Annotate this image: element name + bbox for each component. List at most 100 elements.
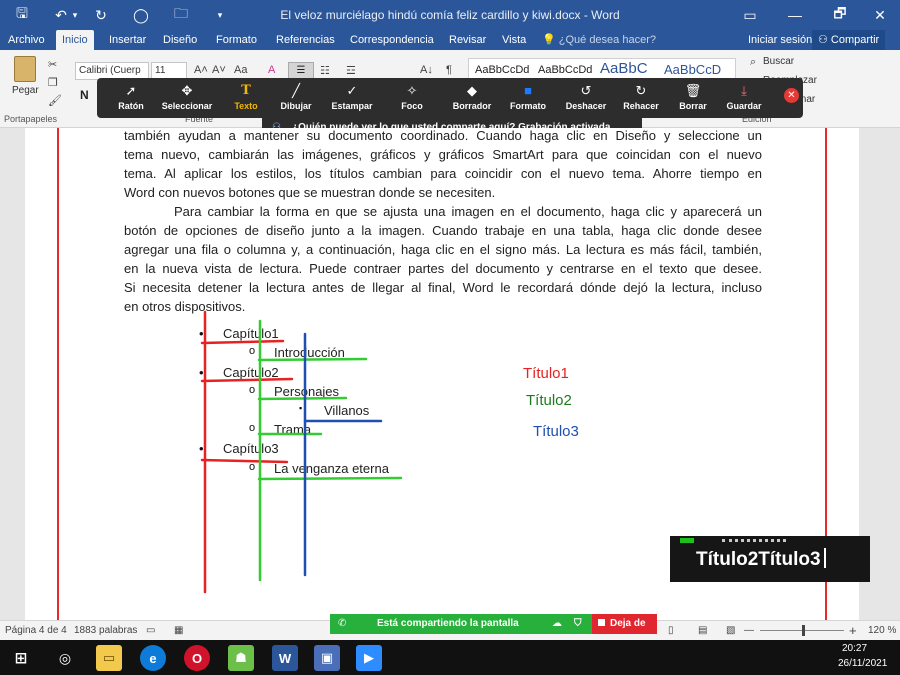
tab-revisar[interactable]: Revisar bbox=[443, 30, 492, 50]
multilevel-list-icon[interactable]: ☲ bbox=[346, 64, 356, 77]
tool-draw[interactable]: ╱ Dibujar bbox=[265, 78, 327, 118]
document-title: El veloz murciélago hindú comía feliz ca… bbox=[280, 8, 620, 22]
tell-me-search[interactable]: 💡 ¿Qué desea hacer? bbox=[542, 30, 656, 50]
tab-correspondencia[interactable]: Correspondencia bbox=[344, 30, 440, 50]
zoom-annotation-toolbar: ➚ Ratón ✥ Seleccionar T Texto ╱ Dibujar ✓ Est… bbox=[97, 78, 803, 118]
paste-icon[interactable] bbox=[14, 56, 36, 82]
style-heading2[interactable]: AaBbCcD bbox=[664, 62, 721, 77]
zoom-slider-thumb[interactable] bbox=[802, 625, 805, 636]
clock-time[interactable]: 20:27 bbox=[842, 643, 867, 654]
zoom-out-button[interactable]: — bbox=[744, 625, 754, 636]
opera-browser-icon[interactable]: O bbox=[184, 645, 210, 671]
bold-button[interactable]: N bbox=[80, 88, 89, 102]
share-button[interactable]: ⚇ Compartir bbox=[812, 30, 886, 50]
sort-button[interactable]: A↓ bbox=[420, 64, 433, 76]
tab-diseno[interactable]: Diseño bbox=[157, 30, 203, 50]
find-button[interactable]: Buscar bbox=[763, 56, 794, 67]
close-icon[interactable]: ✕ bbox=[860, 0, 900, 30]
tab-inicio[interactable]: Inicio bbox=[56, 30, 94, 50]
folder-icon[interactable]: 🗀 bbox=[170, 0, 192, 30]
edge-browser-icon[interactable]: e bbox=[140, 645, 166, 671]
annotation-green-underline bbox=[257, 396, 348, 401]
annotation-drag-bar[interactable] bbox=[722, 539, 786, 543]
tool-format[interactable]: ■ Formato bbox=[497, 78, 559, 118]
print-layout-icon[interactable]: ▤ bbox=[698, 625, 707, 636]
zoom-in-button[interactable]: + bbox=[849, 623, 857, 638]
tool-spotlight[interactable]: ✧ Foco bbox=[381, 78, 443, 118]
web-layout-icon[interactable]: ▧ bbox=[726, 625, 735, 636]
phone-icon: ✆ bbox=[338, 618, 347, 629]
annotation-text-input[interactable]: Título2Título3 bbox=[696, 548, 826, 571]
style-heading1[interactable]: AaBbC bbox=[600, 60, 648, 77]
customize-quick-access-icon[interactable]: ▾ bbox=[213, 0, 227, 30]
tab-formato[interactable]: Formato bbox=[210, 30, 263, 50]
word-counter[interactable]: 1883 palabras bbox=[74, 625, 137, 636]
legend-title1: Título1 bbox=[523, 365, 569, 382]
title-bar: 🖫 ↶ ▾ ↻ ◯ 🗀 ▾ El veloz murciélago hindú … bbox=[0, 0, 900, 30]
shrink-font-button[interactable]: A˅ bbox=[212, 64, 226, 76]
word-app-icon[interactable]: W bbox=[272, 645, 298, 671]
save-icon[interactable]: 🖫 bbox=[8, 0, 36, 30]
clock-date[interactable]: 26/11/2021 bbox=[838, 658, 887, 669]
magic-wand-icon: ✧ bbox=[406, 83, 418, 98]
clear-format-button[interactable]: A bbox=[268, 64, 275, 76]
screen-sharing-bar[interactable]: ✆ Está compartiendo la pantalla ☁ ⛉ bbox=[330, 614, 592, 634]
tool-select[interactable]: ✥ Seleccionar bbox=[156, 78, 218, 118]
page-counter[interactable]: Página 4 de 4 bbox=[5, 625, 67, 636]
stop-sharing-button[interactable]: Deja de bbox=[592, 614, 657, 634]
tool-save[interactable]: ⤓ Guardar bbox=[713, 78, 775, 118]
zoom-level[interactable]: 120 % bbox=[868, 625, 896, 636]
proofing-icon[interactable]: ▭ bbox=[146, 625, 155, 636]
tab-referencias[interactable]: Referencias bbox=[270, 30, 341, 50]
annotation-red-underline bbox=[200, 377, 294, 383]
file-explorer-icon[interactable]: ▭ bbox=[96, 645, 122, 671]
ribbon-tabs: Archivo Inicio Insertar Diseño Formato R… bbox=[0, 30, 900, 50]
tool-mouse[interactable]: ➚ Ratón bbox=[100, 78, 162, 118]
tool-undo[interactable]: ↺ Deshacer bbox=[555, 78, 617, 118]
redo-icon[interactable]: ↻ bbox=[90, 0, 112, 30]
circle-icon[interactable]: ◯ bbox=[130, 0, 152, 30]
windows-start-icon[interactable]: ⊞ bbox=[8, 645, 34, 671]
annotation-green-underline bbox=[257, 476, 403, 481]
search-icon[interactable]: ⌕ bbox=[750, 56, 756, 69]
style-normal[interactable]: AaBbCcDd bbox=[475, 64, 529, 76]
numbering-icon[interactable]: ☷ bbox=[320, 64, 330, 77]
tool-eraser[interactable]: ◆ Borrador bbox=[441, 78, 503, 118]
read-mode-icon[interactable]: ▯ bbox=[668, 625, 674, 636]
download-icon: ⤓ bbox=[741, 83, 747, 98]
tab-insertar[interactable]: Insertar bbox=[103, 30, 152, 50]
show-formatting-button[interactable]: ¶ bbox=[446, 64, 452, 76]
text-annotation-box[interactable]: Título2Título3 bbox=[670, 536, 870, 582]
android-app-icon[interactable]: ☗ bbox=[228, 645, 254, 671]
network-app-icon[interactable]: ▣ bbox=[314, 645, 340, 671]
zoom-app-icon[interactable]: ▶ bbox=[356, 645, 382, 671]
undo-dropdown-icon[interactable]: ▾ bbox=[70, 0, 80, 30]
cut-icon[interactable]: ✂ bbox=[48, 58, 57, 71]
sign-in-link[interactable]: Iniciar sesión bbox=[742, 30, 818, 50]
style-no-spacing[interactable]: AaBbCcDd bbox=[538, 64, 592, 76]
task-view-icon[interactable]: ◎ bbox=[52, 645, 78, 671]
tab-archivo[interactable]: Archivo bbox=[2, 30, 51, 50]
cloud-icon: ☁ bbox=[552, 618, 562, 629]
grow-font-button[interactable]: A˄ bbox=[194, 64, 208, 76]
undo-icon: ↺ bbox=[580, 83, 592, 98]
paste-label[interactable]: Pegar bbox=[12, 85, 39, 96]
person-icon: ⚇ bbox=[818, 34, 831, 46]
annotation-handle bbox=[680, 538, 694, 543]
maximize-icon[interactable]: 🗗 bbox=[820, 0, 860, 30]
ribbon-display-options-icon[interactable]: ▭ bbox=[730, 0, 770, 30]
close-toolbar-icon[interactable]: ✕ bbox=[784, 88, 799, 103]
minimize-icon[interactable]: — bbox=[775, 0, 815, 30]
group-label-clipboard: Portapapeles bbox=[4, 114, 58, 124]
change-case-button[interactable]: Aa bbox=[234, 64, 247, 76]
tab-vista[interactable]: Vista bbox=[496, 30, 532, 50]
copy-icon[interactable]: ❐ bbox=[48, 76, 58, 89]
legend-title3: Título3 bbox=[533, 423, 579, 440]
macro-icon[interactable]: ▦ bbox=[174, 625, 183, 636]
text-caret bbox=[823, 548, 826, 568]
format-painter-icon[interactable]: 🖌 bbox=[48, 94, 62, 107]
shield-icon: ⛉ bbox=[574, 618, 582, 629]
undo-icon[interactable]: ↶ bbox=[50, 0, 72, 30]
tool-stamp[interactable]: ✓ Estampar bbox=[321, 78, 383, 118]
annotation-red-underline bbox=[200, 339, 285, 345]
